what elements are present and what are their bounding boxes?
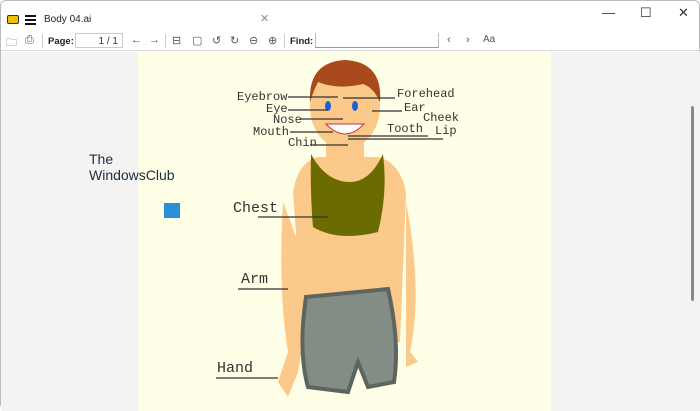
menu-icon[interactable] xyxy=(25,15,36,25)
document-tab-title[interactable]: Body 04.ai xyxy=(44,14,91,25)
zoom-in-icon[interactable]: ⊕ xyxy=(268,34,277,47)
windows-logo-icon xyxy=(164,203,180,218)
label-mouth: Mouth xyxy=(253,125,290,139)
label-hand: Hand xyxy=(217,360,254,377)
watermark: The WindowsClub xyxy=(89,151,175,183)
label-lip: Lip xyxy=(435,124,457,138)
previous-page-icon[interactable]: ← xyxy=(131,34,142,46)
label-tooth: Tooth xyxy=(387,122,424,136)
print-icon[interactable]: ⎙ xyxy=(25,34,34,47)
page-label: Page: xyxy=(48,36,74,47)
fit-page-icon[interactable]: ▢ xyxy=(192,34,202,47)
find-input[interactable] xyxy=(315,33,439,48)
label-chest: Chest xyxy=(233,200,279,217)
label-forehead: Forehead xyxy=(397,87,455,101)
separator xyxy=(284,34,285,48)
separator xyxy=(42,34,43,48)
match-case-button[interactable]: Aa xyxy=(483,34,495,45)
app-logo-icon xyxy=(7,15,19,24)
rotate-left-icon[interactable]: ↺ xyxy=(212,34,221,47)
document-page: Eyebrow Eye Nose Mouth Chin Forehead Ear… xyxy=(138,52,551,411)
separator xyxy=(165,34,166,48)
toolbar: 🗀 ⎙ Page: 1 / 1 ← → ⊟ ▢ ↺ ↻ ⊖ ⊕ Find: ‹ … xyxy=(1,31,700,51)
open-folder-icon[interactable]: 🗀 xyxy=(6,34,17,53)
vertical-scrollbar[interactable] xyxy=(691,106,694,301)
label-cheek: Cheek xyxy=(423,111,460,125)
watermark-line2: WindowsClub xyxy=(89,167,175,183)
label-chin: Chin xyxy=(288,136,317,150)
page-number-input[interactable]: 1 / 1 xyxy=(75,33,123,48)
find-label: Find: xyxy=(290,36,314,47)
document-viewer: Eyebrow Eye Nose Mouth Chin Forehead Ear… xyxy=(1,52,700,411)
watermark-line1: The xyxy=(89,151,114,167)
tab-close-icon[interactable]: ✕ xyxy=(260,12,269,25)
fit-width-icon[interactable]: ⊟ xyxy=(172,34,181,47)
find-previous-icon[interactable]: ‹ xyxy=(447,34,451,46)
close-button[interactable]: ✕ xyxy=(678,5,689,21)
zoom-out-icon[interactable]: ⊖ xyxy=(249,34,258,47)
label-arm: Arm xyxy=(241,271,269,288)
find-next-icon[interactable]: › xyxy=(466,34,470,46)
rotate-right-icon[interactable]: ↻ xyxy=(230,34,239,47)
body-illustration xyxy=(216,60,443,397)
next-page-icon[interactable]: → xyxy=(149,34,160,46)
minimize-button[interactable]: — xyxy=(602,5,615,20)
title-bar: Body 04.ai ✕ — ☐ ✕ xyxy=(1,1,700,31)
maximize-button[interactable]: ☐ xyxy=(640,5,652,21)
